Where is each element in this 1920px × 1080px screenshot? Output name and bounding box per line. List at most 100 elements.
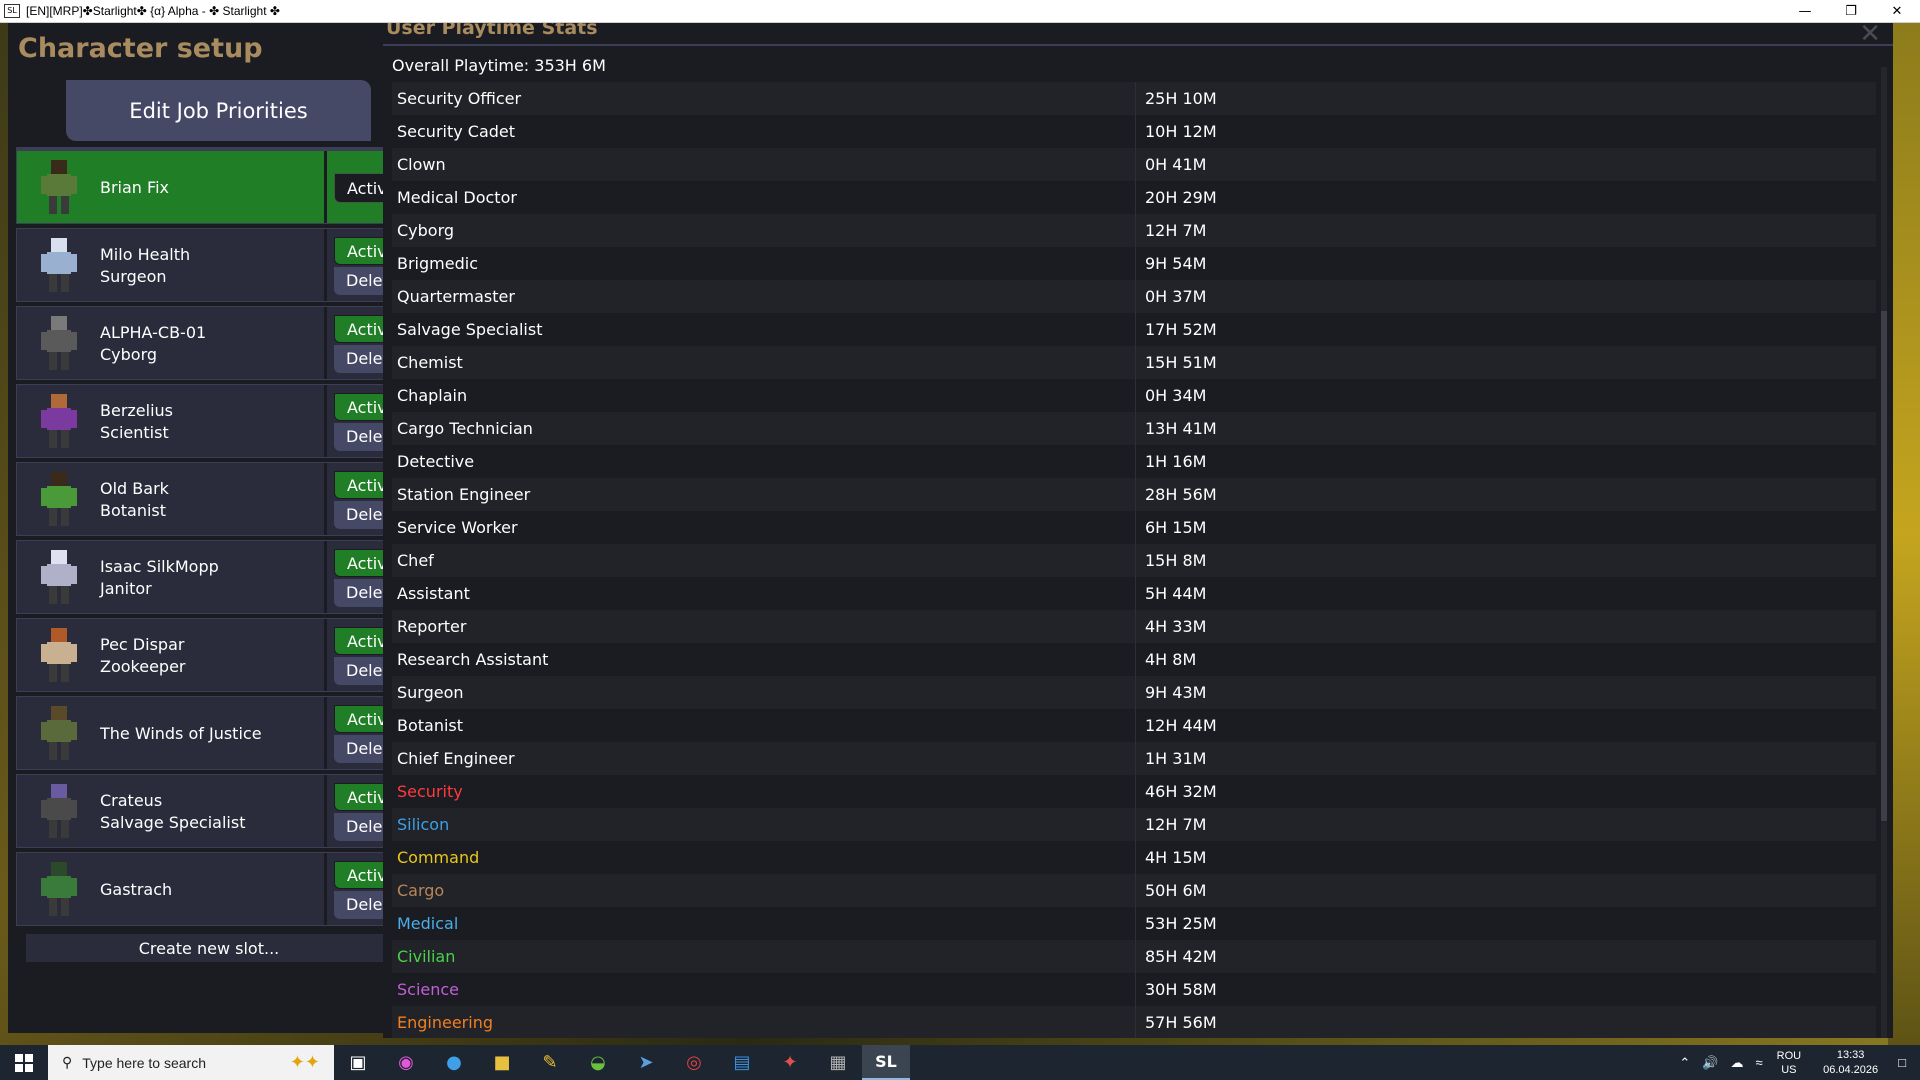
slot-divider (324, 151, 327, 223)
role-name: Brigmedic (392, 247, 1136, 280)
character-slot[interactable]: Brian Fix Active (16, 150, 404, 225)
character-info: Brian Fix (100, 151, 320, 225)
playtime-stats-window: User Playtime Stats ✕ Overall Playtime: … (383, 23, 1893, 1038)
table-row: Surgeon 9H 43M (392, 676, 1876, 709)
role-playtime: 13H 41M (1145, 419, 1217, 438)
table-row: Salvage Specialist 17H 52M (392, 313, 1876, 346)
store-icon[interactable]: ▤ (718, 1045, 766, 1080)
edit-job-priorities-button[interactable]: Edit Job Priorities (66, 80, 371, 141)
windows-icon (15, 1053, 33, 1072)
role-name: Clown (392, 148, 1136, 181)
character-info: Old Bark Botanist (100, 463, 320, 537)
character-slot[interactable]: Old Bark Botanist Active Delet (16, 462, 404, 537)
start-button[interactable] (0, 1045, 48, 1080)
character-name: Pec Dispar (100, 635, 185, 654)
table-row: Cargo 50H 6M (392, 874, 1876, 907)
table-row: Command 4H 15M (392, 841, 1876, 874)
character-portrait (41, 238, 77, 292)
character-portrait (41, 550, 77, 604)
character-name: Isaac SilkMopp (100, 557, 219, 576)
role-playtime: 6H 15M (1145, 518, 1207, 537)
table-row: Medical Doctor 20H 29M (392, 181, 1876, 214)
role-playtime: 50H 6M (1145, 881, 1207, 900)
table-row: Science 30H 58M (392, 973, 1876, 1006)
role-playtime: 5H 44M (1145, 584, 1207, 603)
character-name: ALPHA-CB-01 (100, 323, 207, 342)
role-playtime: 9H 43M (1145, 683, 1207, 702)
wifi-icon[interactable]: ≈ (1755, 1055, 1762, 1070)
role-playtime: 1H 16M (1145, 452, 1207, 471)
minimize-button[interactable]: — (1782, 0, 1828, 22)
character-name: Crateus (100, 791, 163, 810)
remote-icon[interactable]: ▦ (814, 1045, 862, 1080)
onedrive-icon[interactable]: ☁ (1730, 1055, 1743, 1071)
role-playtime: 17H 52M (1145, 320, 1217, 339)
game-icon[interactable]: ✦ (766, 1045, 814, 1080)
title-divider (383, 44, 1893, 46)
restore-button[interactable]: ❐ (1828, 0, 1874, 22)
role-playtime: 1H 31M (1145, 749, 1207, 768)
character-slot[interactable]: The Winds of Justice Active Delet (16, 696, 404, 771)
chevron-up-icon[interactable]: ⌃ (1679, 1055, 1690, 1071)
character-name: The Winds of Justice (100, 724, 262, 743)
clock-date: 06.04.2026 (1823, 1063, 1879, 1076)
role-name: Security Cadet (392, 115, 1136, 148)
role-name: Cargo (392, 874, 1136, 907)
character-job: Botanist (100, 501, 167, 520)
character-info: Milo Health Surgeon (100, 229, 320, 303)
character-name: Brian Fix (100, 178, 169, 197)
table-row: Chaplain 0H 34M (392, 379, 1876, 412)
role-name: Service Worker (392, 511, 1136, 544)
clock[interactable]: 13:33 06.04.2026 (1823, 1048, 1878, 1078)
character-info: Isaac SilkMopp Janitor (100, 541, 320, 615)
character-slot[interactable]: Isaac SilkMopp Janitor Active Delet (16, 540, 404, 615)
role-name: Surgeon (392, 676, 1136, 709)
edge-icon[interactable]: ● (430, 1045, 478, 1080)
character-slot[interactable]: Gastrach Active Delet (16, 852, 404, 926)
volume-icon[interactable]: 🔊 (1702, 1055, 1718, 1071)
role-name: Silicon (392, 808, 1136, 841)
table-row: Security Cadet 10H 12M (392, 115, 1876, 148)
table-row: Civilian 85H 42M (392, 940, 1876, 973)
role-playtime: 15H 8M (1145, 551, 1207, 570)
character-info: The Winds of Justice (100, 697, 320, 771)
character-portrait (41, 628, 77, 682)
role-name: Medical Doctor (392, 181, 1136, 214)
character-slot[interactable]: Milo Health Surgeon Active Delet (16, 228, 404, 303)
overall-playtime: Overall Playtime: 353H 6M (392, 56, 606, 75)
sparkle-icon: ✦✦ (289, 1052, 320, 1072)
pen-icon[interactable]: ✎ (526, 1045, 574, 1080)
ship-icon[interactable]: ➤ (622, 1045, 670, 1080)
role-playtime: 4H 15M (1145, 848, 1207, 867)
chrome-icon[interactable]: ◎ (670, 1045, 718, 1080)
role-name: Engineering (392, 1006, 1136, 1038)
character-slot[interactable]: Berzelius Scientist Active Delet (16, 384, 404, 459)
role-playtime: 28H 56M (1145, 485, 1217, 504)
close-window-button[interactable]: ✕ (1874, 0, 1920, 22)
window-title: [EN][MRP]✤Starlight✤ {α} Alpha - ✤ Starl… (26, 4, 280, 18)
role-name: Salvage Specialist (392, 313, 1136, 346)
task-view-icon[interactable]: ▣ (334, 1045, 382, 1080)
role-name: Medical (392, 907, 1136, 940)
character-setup-heading: Character setup (18, 33, 263, 64)
role-playtime: 25H 10M (1145, 89, 1217, 108)
character-slot[interactable]: ALPHA-CB-01 Cyborg Active Delet (16, 306, 404, 380)
taskbar-search-box[interactable]: ⚲ Type here to search ✦✦ (48, 1045, 334, 1080)
starlight-icon[interactable]: SL (862, 1045, 910, 1080)
notification-icon[interactable]: □ (1898, 1055, 1906, 1070)
character-slot[interactable]: Crateus Salvage Specialist Active Delet (16, 774, 404, 848)
create-new-slot-button[interactable]: Create new slot... (26, 934, 392, 962)
file-explorer-icon[interactable]: ■ (478, 1045, 526, 1080)
role-name: Chaplain (392, 379, 1136, 412)
character-job: Cyborg (100, 345, 158, 364)
character-info: Berzelius Scientist (100, 385, 320, 459)
role-name: Botanist (392, 709, 1136, 742)
language-indicator[interactable]: ROU US (1777, 1049, 1801, 1077)
utorrent-icon[interactable]: ◒ (574, 1045, 622, 1080)
character-slot[interactable]: Pec Dispar Zookeeper Active Delet (16, 618, 404, 692)
role-playtime: 85H 42M (1145, 947, 1217, 966)
role-playtime: 12H 44M (1145, 716, 1217, 735)
role-playtime: 46H 32M (1145, 782, 1217, 801)
copilot-icon[interactable]: ◉ (382, 1045, 430, 1080)
scrollbar-thumb[interactable] (1881, 311, 1887, 821)
